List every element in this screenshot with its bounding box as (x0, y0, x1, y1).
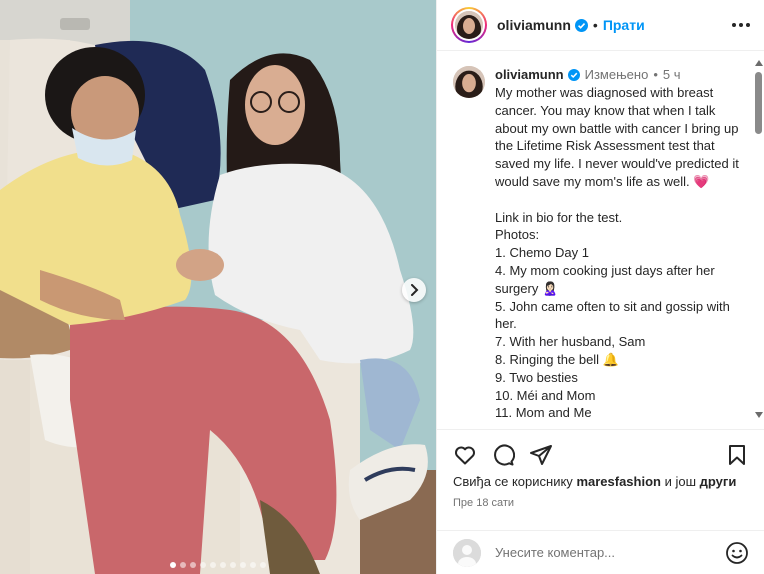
post-actions: Свиђа се кориснику maresfashion и још др… (437, 429, 764, 509)
avatar-image (453, 66, 485, 98)
emoji-icon[interactable] (725, 541, 749, 565)
more-options-icon[interactable] (732, 23, 750, 27)
verified-badge-icon (574, 18, 588, 32)
post-header: oliviamunn • Прати (437, 0, 764, 51)
bookmark-icon[interactable] (725, 443, 749, 467)
scroll-thumb[interactable] (755, 72, 762, 134)
carousel-dot (210, 562, 216, 568)
author-username[interactable]: oliviamunn (497, 17, 571, 33)
caption: oliviamunn Измењено • 5 ч My mother was … (437, 52, 764, 422)
carousel-dot (180, 562, 186, 568)
post-photo[interactable] (0, 0, 436, 574)
post-age[interactable]: 5 ч (663, 66, 681, 84)
separator: • (653, 67, 658, 82)
follow-button[interactable]: Прати (603, 17, 645, 33)
carousel-dot (190, 562, 196, 568)
scroll-down-arrow-icon[interactable] (755, 412, 763, 418)
caption-text: My mother was diagnosed with breast canc… (495, 85, 739, 421)
caption-username[interactable]: oliviamunn (495, 66, 564, 84)
photo-image (0, 0, 436, 574)
likes-prefix: Свиђа се кориснику (453, 474, 573, 489)
separator: • (592, 17, 598, 33)
comment-input[interactable] (495, 545, 695, 560)
next-photo-button[interactable] (402, 278, 426, 302)
default-avatar-icon (453, 538, 481, 567)
caption-avatar[interactable] (453, 66, 485, 98)
carousel-dot (240, 562, 246, 568)
avatar-image (455, 11, 483, 39)
carousel-indicator (0, 562, 436, 568)
carousel-dot (200, 562, 206, 568)
share-icon[interactable] (529, 443, 553, 467)
post-sidebar: oliviamunn • Прати oliviamunn Измењено •… (436, 0, 764, 574)
author-avatar[interactable] (451, 7, 487, 43)
post-timestamp[interactable]: Пре 18 сати (453, 497, 749, 509)
caption-scroll-area[interactable]: oliviamunn Измењено • 5 ч My mother was … (437, 52, 764, 428)
carousel-dot (230, 562, 236, 568)
likes-summary: Свиђа се кориснику maresfashion и још др… (453, 474, 749, 489)
carousel-dot (250, 562, 256, 568)
heart-icon[interactable] (453, 443, 477, 467)
chevron-right-icon (411, 284, 419, 296)
carousel-dot (220, 562, 226, 568)
edited-label: Измењено (584, 67, 649, 82)
comment-icon[interactable] (491, 443, 515, 467)
verified-badge-icon (567, 69, 580, 81)
likes-joiner: и још (664, 474, 697, 489)
carousel-dot (170, 562, 176, 568)
scroll-up-arrow-icon[interactable] (755, 60, 763, 66)
carousel-dot (260, 562, 266, 568)
viewer-avatar (453, 538, 481, 567)
caption-scrollbar[interactable] (753, 60, 763, 418)
comment-bar (437, 530, 764, 574)
liker-username[interactable]: maresfashion (576, 474, 661, 489)
likes-others-link[interactable]: други (700, 474, 737, 489)
